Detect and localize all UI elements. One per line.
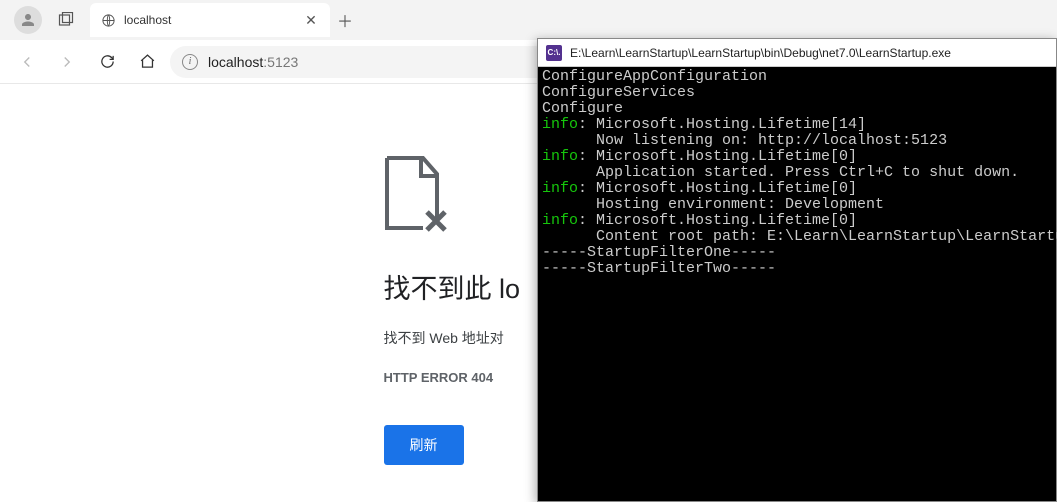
back-button[interactable]: [10, 45, 44, 79]
console-titlebar[interactable]: C:\. E:\Learn\LearnStartup\LearnStartup\…: [538, 39, 1056, 67]
url-text: localhost:5123: [208, 54, 298, 70]
console-log-level: info: [542, 212, 578, 229]
console-title-text: E:\Learn\LearnStartup\LearnStartup\bin\D…: [570, 46, 951, 60]
tab-close-icon[interactable]: ✕: [302, 11, 320, 29]
console-log-level: info: [542, 116, 578, 133]
console-line: : Microsoft.Hosting.Lifetime[0]: [578, 212, 857, 229]
console-line: : Microsoft.Hosting.Lifetime[14]: [578, 116, 866, 133]
browser-tab[interactable]: localhost ✕: [90, 3, 330, 37]
browser-tab-strip: localhost ✕ ＋: [0, 0, 1057, 40]
reload-button[interactable]: [90, 45, 124, 79]
forward-button[interactable]: [50, 45, 84, 79]
console-line: -----StartupFilterTwo-----: [542, 260, 776, 277]
tab-actions-icon[interactable]: [52, 6, 80, 34]
new-tab-button[interactable]: ＋: [330, 5, 360, 35]
reload-page-button[interactable]: 刷新: [384, 425, 464, 465]
console-line: Application started. Press Ctrl+C to shu…: [542, 164, 1019, 181]
console-output[interactable]: ConfigureAppConfiguration ConfigureServi…: [538, 67, 1056, 279]
console-line: : Microsoft.Hosting.Lifetime[0]: [578, 180, 857, 197]
console-line: Configure: [542, 100, 623, 117]
console-line: Now listening on: http://localhost:5123: [542, 132, 947, 149]
home-button[interactable]: [130, 45, 164, 79]
console-line: Content root path: E:\Learn\LearnStartup…: [542, 228, 1057, 245]
console-line: ConfigureAppConfiguration: [542, 68, 767, 85]
tab-title: localhost: [124, 13, 294, 27]
console-line: ConfigureServices: [542, 84, 695, 101]
profile-icon[interactable]: [14, 6, 42, 34]
console-log-level: info: [542, 180, 578, 197]
console-app-icon: C:\.: [546, 45, 562, 61]
console-line: : Microsoft.Hosting.Lifetime[0]: [578, 148, 857, 165]
tab-strip: localhost ✕ ＋: [0, 0, 360, 40]
console-log-level: info: [542, 148, 578, 165]
console-line: Hosting environment: Development: [542, 196, 884, 213]
site-info-icon[interactable]: i: [182, 54, 198, 70]
console-line: -----StartupFilterOne-----: [542, 244, 776, 261]
globe-icon: [100, 12, 116, 28]
url-host: localhost: [208, 54, 263, 70]
console-window[interactable]: C:\. E:\Learn\LearnStartup\LearnStartup\…: [537, 38, 1057, 502]
url-port: :5123: [263, 54, 298, 70]
